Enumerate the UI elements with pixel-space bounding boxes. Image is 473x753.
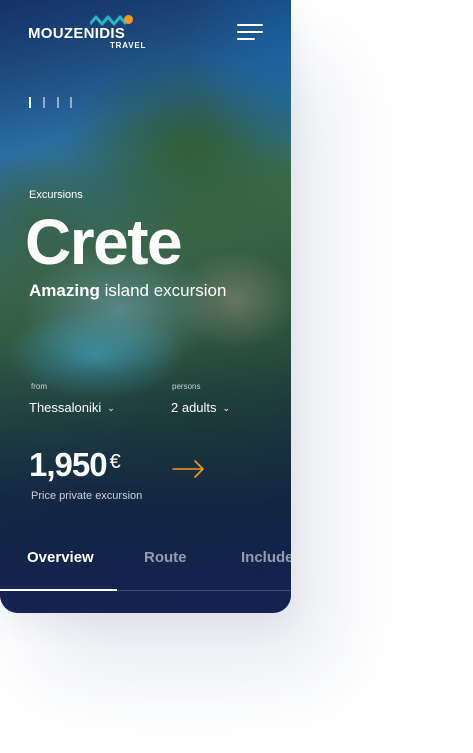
tab-overview[interactable]: Overview: [27, 549, 94, 566]
phone-screen: MOUZENIDIS TRAVEL Excursions Crete Amazi…: [0, 0, 291, 613]
category-label: Excursions: [29, 189, 83, 201]
persons-select[interactable]: 2 adults ⌄: [171, 400, 230, 415]
from-label: from: [31, 382, 47, 391]
persons-label: persons: [172, 382, 201, 391]
slide-dot[interactable]: [57, 97, 59, 108]
slide-dot[interactable]: [29, 97, 31, 108]
subtitle-rest: island excursion: [99, 281, 227, 300]
price-amount: 1,950: [29, 446, 108, 483]
sun-logo-icon: [124, 15, 133, 24]
price: 1,950 €: [29, 446, 121, 484]
brand-sub: TRAVEL: [110, 41, 147, 50]
from-value: Thessaloniki: [29, 400, 102, 415]
persons-value: 2 adults: [171, 400, 217, 415]
active-tab-underline: [0, 589, 117, 591]
price-currency: €: [109, 451, 121, 473]
hero-overlay: [0, 0, 291, 613]
subtitle: Amazing island excursion: [29, 281, 226, 301]
slide-dot[interactable]: [43, 97, 45, 108]
hamburger-menu-icon[interactable]: [237, 24, 263, 40]
page-title: Crete: [25, 206, 183, 278]
tab-bar: Overview Route Included: [0, 549, 291, 593]
slide-dot[interactable]: [70, 97, 72, 108]
price-note: Price private excursion: [31, 490, 143, 502]
brand-name: MOUZENIDIS: [28, 25, 126, 42]
chevron-down-icon: ⌄: [222, 403, 231, 413]
chevron-down-icon: ⌄: [107, 403, 115, 413]
from-select[interactable]: Thessaloniki ⌄: [29, 400, 115, 415]
subtitle-bold: Amazing: [29, 281, 100, 300]
tab-included[interactable]: Included: [241, 549, 291, 566]
tab-route[interactable]: Route: [144, 549, 187, 566]
arrow-right-icon[interactable]: [172, 459, 206, 479]
